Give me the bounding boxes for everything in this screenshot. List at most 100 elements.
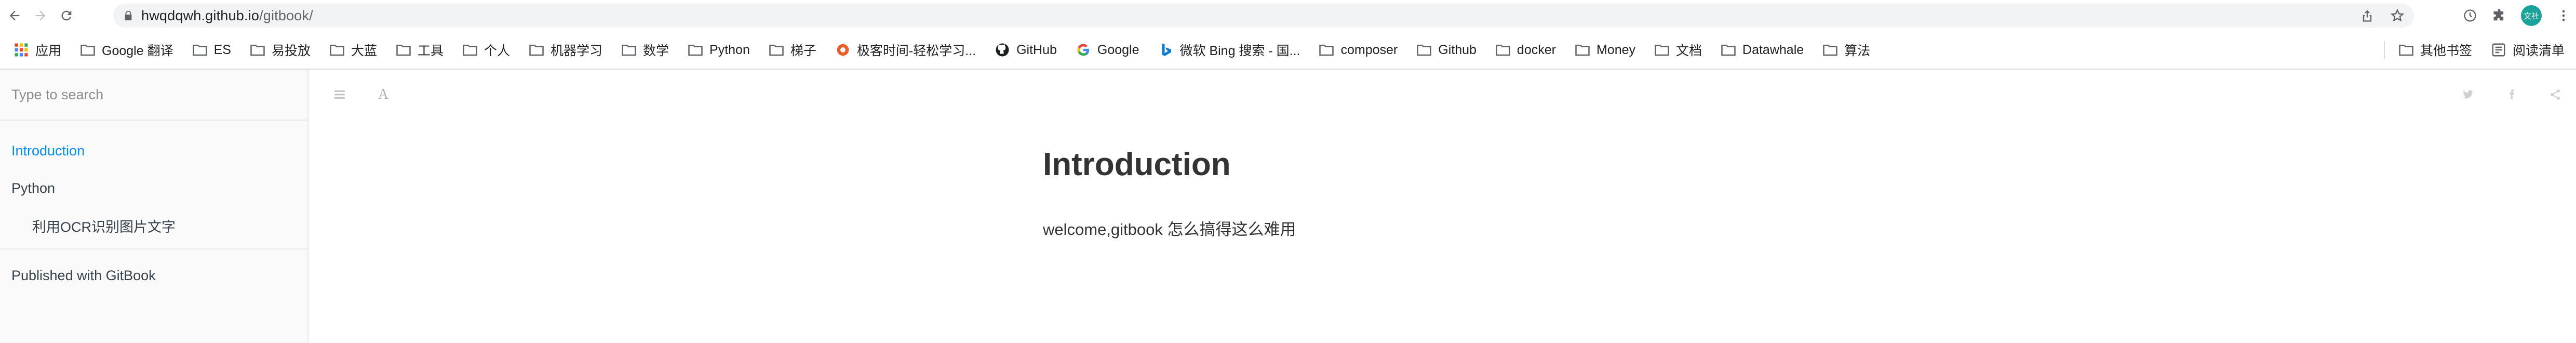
forward-button[interactable] bbox=[29, 4, 52, 27]
bookmark-bing[interactable]: 微软 Bing 搜索 - 国... bbox=[1158, 41, 1300, 59]
published-with-gitbook-link[interactable]: Published with GitBook bbox=[0, 249, 307, 301]
folder-icon bbox=[529, 42, 544, 58]
bookmark-docker[interactable]: docker bbox=[1495, 42, 1556, 58]
bookmark-label: ES bbox=[213, 42, 231, 57]
bookmark-label: Google bbox=[1097, 42, 1139, 57]
address-bar[interactable]: hwqdqwh.github.io/gitbook/ bbox=[113, 4, 2414, 28]
bookmark-label: GitHub bbox=[1016, 42, 1057, 57]
bookmark-label: 易投放 bbox=[271, 44, 311, 58]
folder-icon bbox=[1319, 42, 1334, 58]
bookmark-algorithms[interactable]: 算法 bbox=[1822, 41, 1870, 59]
toc-item-ocr[interactable]: 利用OCR识别图片文字 bbox=[0, 207, 307, 244]
bookmark-geektime[interactable]: 极客时间-轻松学习... bbox=[835, 41, 976, 59]
bookmark-composer[interactable]: composer bbox=[1319, 42, 1398, 58]
folder-icon bbox=[621, 42, 637, 58]
bookmark-label: 其他书签 bbox=[2420, 44, 2472, 58]
bookmark-label: 微软 Bing 搜索 - 国... bbox=[1179, 44, 1300, 58]
toc-item-python[interactable]: Python bbox=[0, 169, 307, 207]
url-path: /gitbook/ bbox=[259, 7, 313, 23]
bookmark-yitoufang[interactable]: 易投放 bbox=[250, 41, 311, 59]
back-button[interactable] bbox=[3, 4, 26, 27]
lock-icon[interactable] bbox=[123, 10, 134, 21]
more-vert-icon[interactable] bbox=[2556, 8, 2571, 23]
reading-list-icon bbox=[2491, 42, 2506, 58]
bookmark-label: 文档 bbox=[1676, 44, 1702, 58]
share-icon[interactable] bbox=[2360, 8, 2374, 23]
bookmark-es[interactable]: ES bbox=[192, 42, 231, 58]
bookmarks-bar: 应用 Google 翻译 ES 易投放 大蓝 工具 个人 机器学习 数学 Pyt… bbox=[0, 31, 2576, 70]
bookmark-dalan[interactable]: 大蓝 bbox=[329, 41, 377, 59]
reading-list-button[interactable]: 阅读清单 bbox=[2491, 41, 2565, 59]
bookmark-label: 机器学习 bbox=[551, 44, 603, 58]
toc-item-introduction[interactable]: Introduction bbox=[0, 132, 307, 169]
reload-icon bbox=[61, 10, 72, 21]
page-title: Introduction bbox=[1043, 147, 1231, 182]
extensions-icon[interactable] bbox=[2492, 8, 2506, 23]
bookmark-label: 数学 bbox=[643, 44, 669, 58]
profile-avatar[interactable]: 文社 bbox=[2521, 5, 2542, 26]
bookmark-tools[interactable]: 工具 bbox=[396, 41, 444, 59]
bookmark-label: 算法 bbox=[1844, 44, 1871, 58]
bookmark-label: Github bbox=[1438, 42, 1477, 57]
bookmark-datawhale[interactable]: Datawhale bbox=[1721, 42, 1804, 58]
folder-icon bbox=[688, 42, 703, 58]
toggle-sidebar-icon[interactable] bbox=[329, 84, 350, 105]
bookmark-label: composer bbox=[1340, 42, 1398, 57]
arrow-right-icon bbox=[35, 10, 46, 21]
bookmark-personal[interactable]: 个人 bbox=[462, 41, 510, 59]
bookmark-label: Python bbox=[709, 42, 750, 57]
bookmark-ml[interactable]: 机器学习 bbox=[529, 41, 602, 59]
bookmark-github[interactable]: GitHub bbox=[995, 42, 1057, 58]
folder-icon bbox=[1822, 42, 1838, 58]
page-content: Introduction welcome,gitbook 怎么搞得这么难用 bbox=[1043, 149, 1296, 240]
bookmark-label: 极客时间-轻松学习... bbox=[856, 44, 976, 58]
folder-icon bbox=[2398, 42, 2414, 58]
search-input[interactable]: Type to search bbox=[0, 70, 307, 121]
folder-icon bbox=[1416, 42, 1432, 58]
search-placeholder: Type to search bbox=[11, 86, 104, 102]
folder-icon bbox=[1495, 42, 1511, 58]
history-icon[interactable] bbox=[2463, 8, 2477, 23]
bookmark-label: Money bbox=[1596, 42, 1636, 57]
bookmark-label: 工具 bbox=[417, 44, 444, 58]
google-icon bbox=[1076, 42, 1091, 58]
star-icon[interactable] bbox=[2390, 8, 2405, 23]
bookmark-label: Datawhale bbox=[1742, 42, 1804, 57]
bookmark-google[interactable]: Google bbox=[1076, 42, 1139, 58]
book-sidebar: Type to search Introduction Python 利用OCR… bbox=[0, 70, 308, 343]
page-body-text: welcome,gitbook 怎么搞得这么难用 bbox=[1043, 220, 1296, 239]
bookmark-money[interactable]: Money bbox=[1575, 42, 1635, 58]
bookmark-label: 梯子 bbox=[790, 44, 816, 58]
reload-button[interactable] bbox=[55, 4, 78, 27]
font-settings-icon[interactable]: A bbox=[373, 84, 394, 105]
bookmark-other[interactable]: 其他书签 bbox=[2398, 41, 2472, 59]
bookmark-label: 大蓝 bbox=[351, 44, 377, 58]
bookmark-ladder[interactable]: 梯子 bbox=[769, 41, 816, 59]
share-icon[interactable] bbox=[2545, 84, 2566, 105]
folder-icon bbox=[329, 42, 345, 58]
apps-grid-icon bbox=[14, 42, 29, 58]
twitter-icon[interactable] bbox=[2458, 84, 2478, 105]
arrow-left-icon bbox=[9, 10, 20, 21]
folder-icon bbox=[1575, 42, 1590, 58]
bookmark-math[interactable]: 数学 bbox=[621, 41, 669, 59]
bing-icon bbox=[1158, 42, 1174, 58]
bookmark-google-translate[interactable]: Google 翻译 bbox=[80, 41, 173, 59]
facebook-icon[interactable] bbox=[2501, 84, 2522, 105]
bookmarks-separator bbox=[2383, 41, 2385, 59]
folder-icon bbox=[769, 42, 784, 58]
bookmark-label: 应用 bbox=[35, 44, 62, 58]
bookmark-python[interactable]: Python bbox=[688, 42, 750, 58]
bookmark-docs[interactable]: 文档 bbox=[1654, 41, 1702, 59]
folder-icon bbox=[80, 42, 96, 58]
folder-icon bbox=[250, 42, 265, 58]
bookmark-github-folder[interactable]: Github bbox=[1416, 42, 1477, 58]
book-header: A bbox=[308, 70, 2576, 120]
url-text[interactable]: hwqdqwh.github.io/gitbook/ bbox=[141, 8, 313, 24]
reading-list-label: 阅读清单 bbox=[2512, 44, 2565, 58]
bookmark-label: Google 翻译 bbox=[102, 44, 173, 58]
bookmark-apps[interactable]: 应用 bbox=[14, 41, 61, 59]
url-host: hwqdqwh.github.io bbox=[141, 7, 260, 23]
folder-icon bbox=[396, 42, 411, 58]
bookmark-label: docker bbox=[1517, 42, 1556, 57]
